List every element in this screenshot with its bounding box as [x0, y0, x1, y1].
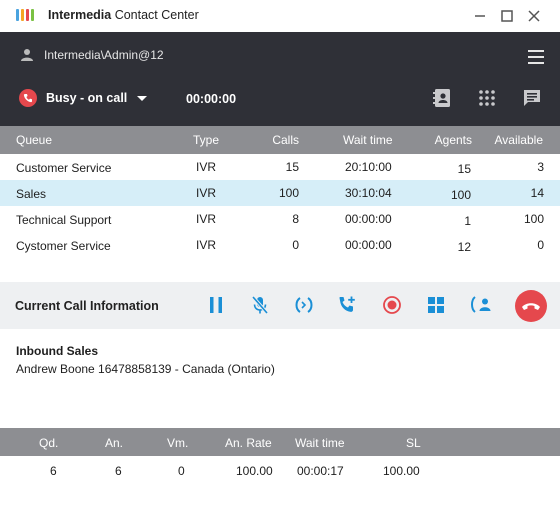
call-section-title: Current Call Information	[15, 299, 159, 313]
queue-available: 0	[537, 238, 544, 252]
stat-col-an-rate: An. Rate	[225, 436, 272, 450]
queue-available: 3	[537, 160, 544, 174]
dialpad-button[interactable]	[476, 87, 498, 109]
col-wait-time[interactable]: Wait time	[343, 133, 393, 147]
queue-name: Sales	[16, 187, 47, 201]
queue-name: Customer Service	[16, 161, 112, 175]
queue-type: IVR	[196, 160, 217, 174]
phone-status-icon	[19, 89, 37, 107]
grid-icon	[428, 297, 444, 313]
minimize-icon	[475, 15, 485, 17]
call-queue-name: Inbound Sales	[16, 344, 99, 358]
stat-an-rate: 100.00	[236, 464, 273, 478]
col-type[interactable]: Type	[193, 133, 219, 147]
stats-row: 6 6 0 100.00 00:00:17 100.00	[0, 456, 560, 484]
stat-qd: 6	[50, 464, 57, 478]
chat-icon	[524, 90, 540, 106]
col-calls[interactable]: Calls	[272, 133, 299, 147]
chat-button[interactable]	[521, 87, 543, 109]
queue-available: 14	[530, 186, 544, 200]
swap-calls-icon	[295, 297, 313, 313]
transfer-button[interactable]	[293, 294, 315, 316]
user-name: Intermedia\Admin@12	[44, 48, 164, 62]
record-icon	[383, 296, 401, 314]
queue-agents: 100	[450, 188, 471, 202]
queue-name: Technical Support	[16, 213, 112, 227]
chevron-down-icon	[137, 95, 148, 101]
queue-agents: 15	[457, 162, 471, 176]
hold-button[interactable]	[205, 294, 227, 316]
stat-col-vm: Vm.	[167, 436, 189, 450]
stat-col-sl: SL	[406, 436, 421, 450]
user-row: Intermedia\Admin@12	[20, 48, 164, 62]
hangup-button[interactable]	[515, 290, 547, 322]
queue-wait-time: 00:00:00	[345, 238, 392, 252]
queue-row-selected[interactable]: Sales IVR 100 30:10:04 100 14	[0, 180, 560, 206]
app-title-text: Contact Center	[114, 8, 199, 22]
app-title: Intermedia Contact Center	[48, 8, 199, 22]
agent-header: Intermedia\Admin@12 Busy - on call 00:00…	[0, 32, 560, 126]
close-button[interactable]	[524, 6, 544, 26]
contacts-button[interactable]	[431, 87, 453, 109]
queue-type: IVR	[196, 238, 217, 252]
queue-row[interactable]: Technical Support IVR 8 00:00:00 1 100	[0, 206, 560, 232]
title-bar: Intermedia Contact Center	[0, 0, 560, 32]
queue-calls: 8	[292, 212, 299, 226]
queue-calls: 0	[292, 238, 299, 252]
queue-calls: 100	[278, 186, 299, 200]
status-dropdown[interactable]: Busy - on call	[19, 89, 148, 107]
caller-details: Andrew Boone 16478858139 - Canada (Ontar…	[16, 362, 275, 376]
stat-wait-time: 00:00:17	[297, 464, 344, 478]
queue-calls: 15	[285, 160, 299, 174]
dialpad-icon	[479, 90, 495, 106]
close-icon	[528, 10, 540, 22]
stat-sl: 100.00	[383, 464, 420, 478]
queue-available: 100	[523, 212, 544, 226]
col-queue[interactable]: Queue	[16, 133, 52, 147]
mic-off-icon	[251, 295, 269, 315]
user-icon	[21, 49, 33, 61]
maximize-icon	[501, 10, 513, 22]
phone-add-icon	[339, 296, 355, 312]
menu-button[interactable]	[528, 50, 544, 64]
stat-vm: 0	[178, 464, 185, 478]
queue-agents: 12	[457, 240, 471, 254]
mute-button[interactable]	[249, 294, 271, 316]
phone-person-icon	[470, 296, 491, 313]
apps-button[interactable]	[425, 294, 447, 316]
queue-wait-time: 30:10:04	[345, 186, 392, 200]
maximize-button[interactable]	[497, 6, 517, 26]
stat-col-qd: Qd.	[39, 436, 59, 450]
call-controls-bar: Current Call Information	[0, 282, 560, 329]
queue-row[interactable]: Customer Service IVR 15 20:10:00 15 3	[0, 154, 560, 180]
consult-button[interactable]	[470, 294, 492, 316]
queue-wait-time: 00:00:00	[345, 212, 392, 226]
queue-name: Cystomer Service	[16, 239, 111, 253]
call-timer: 00:00:00	[186, 92, 237, 106]
status-label: Busy - on call	[46, 91, 128, 105]
app-logo	[16, 9, 34, 21]
queue-type: IVR	[196, 212, 217, 226]
stat-col-wait-time: Wait time	[295, 436, 345, 450]
minimize-button[interactable]	[470, 6, 490, 26]
col-available[interactable]: Available	[495, 133, 543, 147]
stat-col-an: An.	[105, 436, 124, 450]
pause-icon	[210, 297, 222, 313]
contacts-icon	[433, 89, 450, 107]
hangup-icon	[522, 303, 540, 310]
queue-wait-time: 20:10:00	[345, 160, 392, 174]
queue-type: IVR	[196, 186, 217, 200]
stat-an: 6	[115, 464, 122, 478]
queue-table-header: Queue Type Calls Wait time Agents Availa…	[0, 126, 560, 154]
col-agents[interactable]: Agents	[435, 133, 472, 147]
queue-row[interactable]: Cystomer Service IVR 0 00:00:00 12 0	[0, 232, 560, 258]
add-call-button[interactable]	[336, 294, 358, 316]
queue-agents: 1	[464, 214, 471, 228]
app-brand: Intermedia	[48, 8, 112, 22]
record-button[interactable]	[381, 294, 403, 316]
stats-table-header: Qd. An. Vm. An. Rate Wait time SL	[0, 428, 560, 456]
